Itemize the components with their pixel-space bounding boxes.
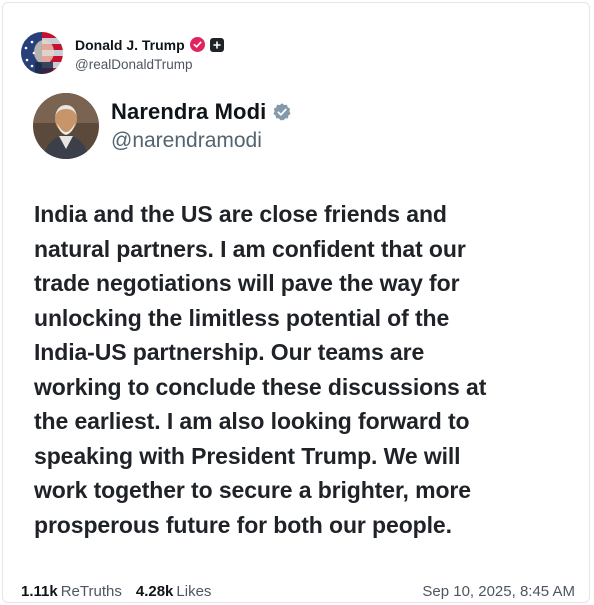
verified-badge-icon	[189, 37, 205, 52]
post-footer: 1.11k ReTruths 4.28k Likes Sep 10, 2025, 8…	[21, 581, 575, 601]
post-text-line: the earliest. I am also looking forward …	[34, 408, 470, 434]
embedded-post-header: Narendra Modi @narendramodi	[33, 93, 292, 159]
likes-count: 4.28k	[135, 582, 174, 600]
retruths-count: 1.11k	[21, 582, 58, 600]
post-stats: 1.11k ReTruths 4.28k Likes	[21, 583, 211, 600]
author-names: Donald J. Trump @realDonaldTrump	[75, 35, 224, 72]
retruths-label: ReTruths	[60, 582, 122, 600]
embedded-avatar	[33, 93, 99, 159]
likes-label: Likes	[176, 582, 212, 600]
embedded-post-text: India and the US are close friends and n…	[34, 197, 554, 542]
post-text-line: working to conclude these discussions at	[34, 373, 487, 400]
post-text-line: speaking with President Trump. We will	[34, 442, 461, 469]
author-name[interactable]: Donald J. Trump	[75, 37, 185, 53]
retruths-stat[interactable]: 1.11k ReTruths	[21, 583, 122, 600]
post-text-line: trade negotiations will pave the way for	[34, 270, 460, 296]
verified-badge-icon	[272, 102, 292, 122]
post-text-line: India-US partnership. Our teams are	[34, 339, 425, 365]
avatar[interactable]	[21, 32, 63, 74]
likes-stat[interactable]: 4.28k Likes	[136, 583, 212, 600]
post-author-header: Donald J. Trump @realDonaldTrump	[21, 31, 224, 75]
post-text-line: India and the US are close friends and	[34, 201, 447, 227]
embedded-author-handle: @narendramodi	[111, 129, 262, 152]
post-text-line: prosperous future for both our people.	[34, 511, 452, 538]
post-text-line: unlocking the limitless potential of the	[34, 304, 450, 331]
post-timestamp[interactable]: Sep 10, 2025, 8:45 AM	[422, 583, 575, 600]
embedded-author-names: Narendra Modi @narendramodi	[111, 99, 292, 153]
post-text-line: work together to secure a brighter, more	[34, 477, 471, 503]
embedded-author-name: Narendra Modi	[111, 99, 267, 124]
plus-badge-icon	[209, 37, 224, 52]
post-text-line: natural partners. I am confident that ou…	[34, 235, 466, 262]
post-card: Donald J. Trump @realDonaldTrump Narendr…	[2, 2, 590, 603]
author-handle[interactable]: @realDonaldTrump	[75, 57, 224, 72]
